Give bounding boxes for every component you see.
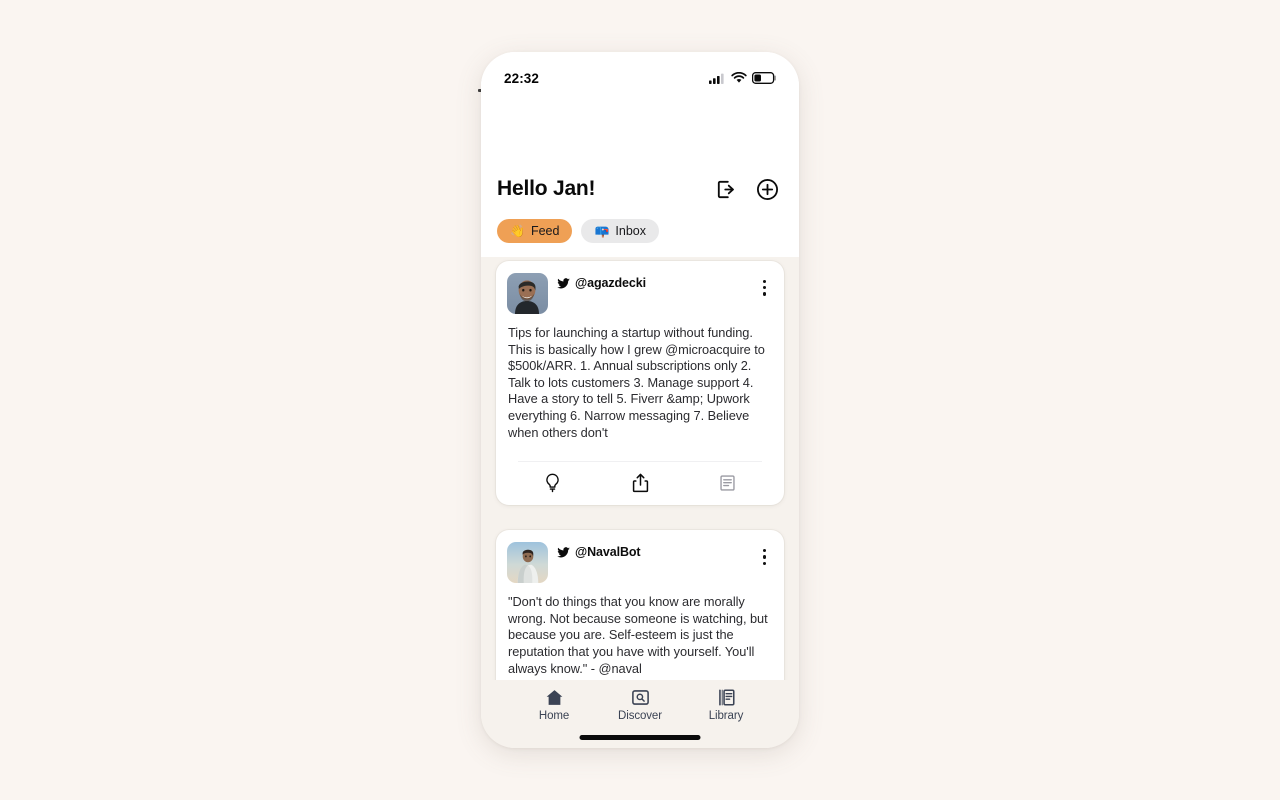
screenshot-stage: 22:32 Hello Jan! 👋 Feed 📪 Inbox @agazdec…	[0, 0, 1280, 800]
nav-label-library: Library	[708, 710, 744, 722]
share-icon[interactable]	[632, 473, 649, 493]
home-indicator[interactable]	[579, 735, 701, 740]
feed-filter-tabs: 👋 Feed 📪 Inbox	[497, 219, 659, 243]
handle-row: @agazdecki	[557, 273, 646, 290]
nav-item-library[interactable]: Library	[689, 688, 763, 722]
profile-photo-navalbot	[507, 542, 548, 584]
phone-frame: 22:32 Hello Jan! 👋 Feed 📪 Inbox @agazdec…	[481, 52, 799, 748]
twitter-bird-icon	[557, 277, 570, 288]
idea-lightbulb-icon[interactable]	[544, 473, 561, 493]
tab-inbox[interactable]: 📪 Inbox	[581, 219, 659, 243]
card-header: @agazdecki	[507, 273, 773, 314]
card-handle: @agazdecki	[575, 276, 646, 290]
search-box-icon	[631, 690, 649, 705]
status-time: 22:32	[504, 70, 540, 86]
card-text: "Don't do things that you know are moral…	[508, 594, 768, 676]
bottom-navigation-bar: Home Discover Library	[481, 680, 799, 748]
battery-icon	[752, 72, 776, 84]
wifi-icon	[731, 72, 747, 83]
logout-icon[interactable]	[716, 179, 737, 200]
feed-card[interactable]: @agazdecki Tips for launching a startup …	[496, 261, 784, 506]
nav-item-discover[interactable]: Discover	[603, 688, 677, 722]
profile-photo-agazdecki	[507, 273, 548, 314]
page-title: Hello Jan!	[497, 177, 596, 200]
card-action-bar	[507, 462, 773, 505]
note-icon[interactable]	[719, 474, 736, 492]
library-document-icon	[718, 689, 735, 706]
card-more-menu-button[interactable]	[759, 278, 770, 298]
avatar	[507, 542, 548, 584]
more-dot	[762, 549, 766, 553]
feed-scroll-area[interactable]: @agazdecki Tips for launching a startup …	[481, 257, 799, 742]
nav-label-home: Home	[538, 710, 570, 722]
more-dot	[762, 561, 766, 565]
tab-inbox-label: Inbox	[615, 224, 646, 238]
app-header: Hello Jan!	[481, 170, 799, 208]
twitter-bird-icon	[557, 546, 570, 558]
status-indicators	[709, 72, 777, 84]
nav-item-home[interactable]: Home	[517, 688, 591, 722]
cellular-signal-icon	[709, 73, 724, 84]
header-actions	[716, 178, 779, 201]
tab-feed-label: Feed	[530, 224, 560, 238]
card-text: Tips for launching a startup without fun…	[508, 325, 765, 440]
tab-feed[interactable]: 👋 Feed	[497, 219, 573, 243]
mailbox-emoji-icon: 📪	[594, 224, 610, 238]
status-bar: 22:32	[481, 52, 799, 92]
card-handle: @NavalBot	[575, 545, 641, 560]
more-dot	[762, 286, 766, 290]
more-dot	[762, 280, 766, 284]
nav-label-discover: Discover	[618, 710, 662, 722]
avatar	[507, 273, 548, 314]
handle-row: @NavalBot	[557, 542, 641, 560]
plus-circle-icon[interactable]	[756, 178, 779, 201]
wave-emoji-icon: 👋	[510, 224, 525, 238]
more-dot	[762, 555, 766, 559]
more-dot	[762, 292, 766, 296]
card-header: @NavalBot	[507, 542, 773, 584]
home-icon	[546, 690, 562, 705]
card-more-menu-button[interactable]	[759, 547, 770, 567]
